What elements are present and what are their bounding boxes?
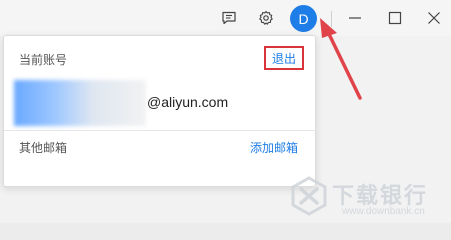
titlebar-divider xyxy=(331,11,332,27)
feedback-icon[interactable] xyxy=(217,6,241,30)
minimize-icon[interactable] xyxy=(343,6,367,30)
account-email: @aliyun.com xyxy=(147,94,229,110)
user-avatar[interactable]: D xyxy=(290,5,317,32)
avatar-initial: D xyxy=(298,10,309,27)
watermark-url: www.downbank.cn xyxy=(342,206,425,217)
close-icon[interactable] xyxy=(422,6,446,30)
account-popup: 当前账号 退出 @aliyun.com 其他邮箱 添加邮箱 xyxy=(3,35,316,187)
maximize-icon[interactable] xyxy=(383,6,407,30)
other-mailbox-label: 其他邮箱 xyxy=(19,141,68,155)
settings-icon[interactable] xyxy=(254,6,278,30)
watermark-logo-icon xyxy=(291,176,327,216)
current-account-label: 当前账号 xyxy=(19,53,68,67)
logout-button[interactable]: 退出 xyxy=(264,46,304,70)
watermark: 下载银行 www.downbank.cn xyxy=(290,176,448,220)
title-bar: D xyxy=(0,0,451,36)
logout-label: 退出 xyxy=(271,51,296,66)
current-account-row[interactable]: @aliyun.com xyxy=(14,80,304,126)
popup-divider xyxy=(4,130,315,131)
add-mailbox-link[interactable]: 添加邮箱 xyxy=(250,139,298,156)
blurred-account-name xyxy=(14,80,146,126)
